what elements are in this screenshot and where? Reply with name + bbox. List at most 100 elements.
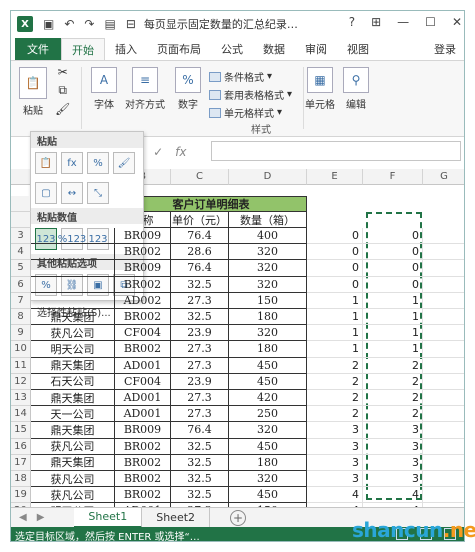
- cell-group-e[interactable]: 2: [307, 357, 363, 374]
- cell-group-f[interactable]: 3: [363, 471, 423, 488]
- cell-group-f[interactable]: 0: [363, 228, 423, 245]
- open-icon[interactable]: ▤: [104, 17, 115, 31]
- cell-g[interactable]: [423, 374, 464, 390]
- worksheet-grid[interactable]: B C D E F G 客户订单明细表 名称 单价（元） 数量（箱） 粘贴 📋 …: [11, 131, 464, 541]
- row-header[interactable]: 18: [11, 471, 31, 488]
- cell-customer[interactable]: 鼎天集团: [31, 357, 115, 374]
- add-sheet-icon[interactable]: +: [230, 509, 247, 526]
- cell-quantity[interactable]: 180: [229, 341, 307, 358]
- cell-g[interactable]: [423, 422, 464, 439]
- cell-price[interactable]: 76.4: [171, 260, 229, 277]
- cell-group-f[interactable]: 2: [363, 357, 423, 374]
- cell-group-f[interactable]: 0: [363, 276, 423, 293]
- paste-icon[interactable]: 📋: [19, 67, 47, 99]
- row-header[interactable]: 10: [11, 341, 31, 358]
- cell-price[interactable]: 23.9: [171, 373, 229, 390]
- header-quantity[interactable]: 数量（箱）: [229, 212, 307, 229]
- cell-customer[interactable]: 获凡公司: [31, 438, 115, 455]
- cell-customer[interactable]: [31, 260, 115, 277]
- row-header[interactable]: 9: [11, 325, 31, 342]
- column-header-f[interactable]: F: [363, 169, 423, 185]
- cell-price[interactable]: 76.4: [171, 422, 229, 439]
- cell-quantity[interactable]: 420: [229, 390, 307, 407]
- cell-group-f[interactable]: 1: [363, 309, 423, 326]
- column-header-d[interactable]: D: [229, 169, 307, 185]
- no-borders-icon[interactable]: ▢: [35, 182, 57, 204]
- tab-review[interactable]: 审阅: [295, 38, 337, 60]
- cell-product-code[interactable]: BR002: [115, 309, 171, 326]
- cell-price[interactable]: 27.3: [171, 406, 229, 423]
- cell-group-f[interactable]: 2: [363, 390, 423, 407]
- tab-home[interactable]: 开始: [61, 38, 105, 60]
- keep-source-format-icon[interactable]: 🖌: [113, 152, 135, 174]
- help-icon[interactable]: ?: [349, 15, 355, 29]
- cell-customer[interactable]: [31, 244, 115, 261]
- cell-price[interactable]: 27.3: [171, 357, 229, 374]
- row-header[interactable]: 19: [11, 487, 31, 504]
- cell-g[interactable]: [423, 390, 464, 407]
- cell-group-f[interactable]: 3: [363, 438, 423, 455]
- row-header[interactable]: 15: [11, 422, 31, 439]
- cell-g[interactable]: [423, 244, 464, 261]
- cell-group-e[interactable]: 1: [307, 292, 363, 309]
- cell-price[interactable]: 32.5: [171, 487, 229, 504]
- cell-quantity[interactable]: 180: [229, 309, 307, 326]
- cell-product-code[interactable]: BR009: [115, 260, 171, 277]
- row-header[interactable]: 14: [11, 406, 31, 423]
- row-header[interactable]: 8: [11, 309, 31, 326]
- cell-group-e[interactable]: 3: [307, 438, 363, 455]
- cell-quantity[interactable]: 450: [229, 487, 307, 504]
- cell-g[interactable]: [423, 309, 464, 326]
- cell-group-f[interactable]: 4: [363, 487, 423, 504]
- cell-product-code[interactable]: BR002: [115, 487, 171, 504]
- tab-insert[interactable]: 插入: [105, 38, 147, 60]
- align-icon[interactable]: ≡: [132, 67, 158, 93]
- paste-icon[interactable]: 📋: [35, 152, 57, 174]
- cell-group-f[interactable]: 1: [363, 325, 423, 342]
- cell-customer[interactable]: 天一公司: [31, 406, 115, 423]
- cell-price[interactable]: 27.3: [171, 390, 229, 407]
- cell-product-code[interactable]: AD001: [115, 357, 171, 374]
- cell-quantity[interactable]: 250: [229, 406, 307, 423]
- cell-quantity[interactable]: 400: [229, 228, 307, 245]
- undo-icon[interactable]: ↶: [64, 17, 74, 31]
- cell-customer[interactable]: [31, 276, 115, 293]
- column-header-e[interactable]: E: [307, 169, 363, 185]
- prev-sheet-icon[interactable]: ◀: [19, 512, 27, 523]
- cell-group-f[interactable]: 0: [363, 244, 423, 261]
- cells-group[interactable]: ▦ 单元格: [305, 67, 335, 111]
- cell-price[interactable]: 27.3: [171, 341, 229, 358]
- cell-group-e[interactable]: 0: [307, 244, 363, 261]
- sheet-tab-sheet1[interactable]: Sheet1: [74, 507, 143, 528]
- cell-price[interactable]: 32.5: [171, 471, 229, 488]
- cell-g[interactable]: [423, 406, 464, 423]
- cell-group-e[interactable]: 3: [307, 422, 363, 439]
- cell-group-f[interactable]: 2: [363, 406, 423, 423]
- cell-product-code[interactable]: CF004: [115, 325, 171, 342]
- cell-customer[interactable]: 明天公司: [31, 341, 115, 358]
- cell-quantity[interactable]: 450: [229, 438, 307, 455]
- cell-customer[interactable]: [31, 228, 115, 245]
- percent-icon[interactable]: %: [175, 67, 201, 93]
- paste-formulas-icon[interactable]: fx: [61, 152, 83, 174]
- binoculars-icon[interactable]: ⚲: [343, 67, 369, 93]
- cell-quantity[interactable]: 450: [229, 373, 307, 390]
- cell-group-e[interactable]: 1: [307, 341, 363, 358]
- row-header[interactable]: 3: [11, 228, 31, 245]
- cell-product-code[interactable]: BR002: [115, 341, 171, 358]
- cell-product-code[interactable]: AD002: [115, 292, 171, 309]
- cell-product-code[interactable]: BR009: [115, 422, 171, 439]
- cell-quantity[interactable]: 320: [229, 244, 307, 261]
- cell-group-f[interactable]: 1: [363, 341, 423, 358]
- cell-product-code[interactable]: AD001: [115, 406, 171, 423]
- tab-formulas[interactable]: 公式: [211, 38, 253, 60]
- cell-group-e[interactable]: 4: [307, 487, 363, 504]
- keep-column-width-icon[interactable]: ↔: [61, 182, 83, 204]
- cell-g[interactable]: [423, 471, 464, 488]
- cell-group-e[interactable]: 1: [307, 325, 363, 342]
- edit-group[interactable]: ⚲ 编辑: [343, 67, 369, 111]
- cell-customer[interactable]: 鼎天集团: [31, 390, 115, 407]
- ribbon-display-icon[interactable]: ⊞: [371, 15, 381, 29]
- cell-g[interactable]: [423, 228, 464, 245]
- tab-file[interactable]: 文件: [15, 38, 61, 60]
